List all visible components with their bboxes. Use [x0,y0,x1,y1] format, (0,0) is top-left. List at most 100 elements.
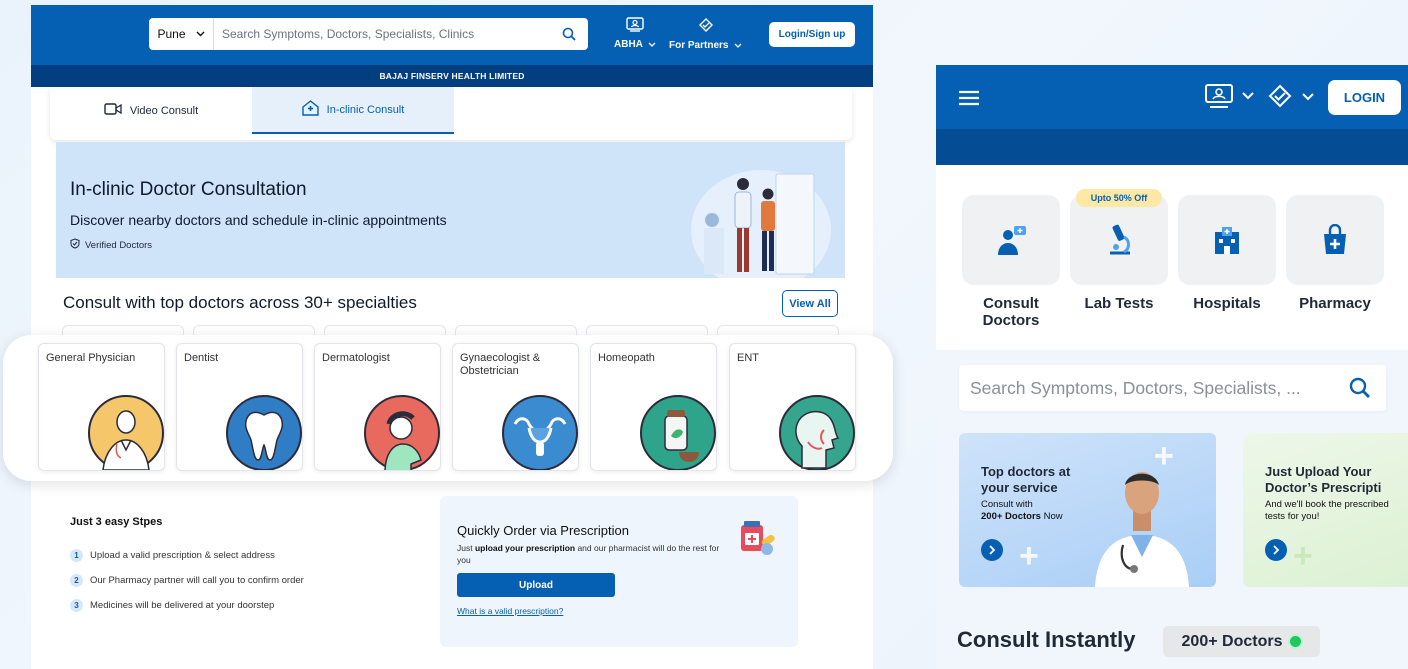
banner-title: Top doctors at your service [981,464,1071,495]
tab-label: Video Consult [129,104,199,117]
upload-button[interactable]: Upload [457,573,615,597]
plus-decoration: + [1019,537,1039,575]
desktop-search-input[interactable] [214,27,550,41]
tooth-icon [226,395,302,470]
service-hospitals[interactable]: Hospitals [1178,195,1276,312]
tab-label: In-clinic Consult [326,103,405,116]
mobile-partners-menu[interactable] [1266,83,1314,111]
service-pharmacy[interactable]: Pharmacy [1286,195,1384,312]
specialty-card-ent[interactable]: ENT [729,343,856,471]
chevron-down-icon [196,29,205,39]
clinic-icon [301,100,319,119]
consult-tabs: Video Consult In-clinic Consult [50,87,852,140]
for-partners-menu[interactable]: For Partners [669,17,742,51]
service-label: Lab Tests [1084,295,1154,312]
chevron-right-icon[interactable] [981,539,1003,561]
chevron-down-icon [734,43,742,48]
doctors-count-badge: 200+ Doctors [1163,626,1320,657]
consult-instantly-title: Consult Instantly [957,627,1136,652]
specialties-title: Consult with top doctors across 30+ spec… [63,293,417,312]
consult-doctor-icon [998,226,1026,255]
search-icon[interactable] [550,18,588,50]
chevron-down-icon [1302,93,1314,101]
hero-title: In-clinic Doctor Consultation [70,179,307,200]
step-number: 3 [70,599,83,612]
partners-label: For Partners [669,40,729,51]
banner-subtitle: And we'll book the prescribed tests for … [1265,499,1389,522]
verified-label: Verified Doctors [85,239,153,251]
specialty-name: Dentist [184,352,219,364]
hero-subtitle: Discover nearby doctors and schedule in-… [70,212,447,228]
microscope-icon [1110,224,1130,255]
service-consult-doctors[interactable]: Consult Doctors [962,195,1060,329]
hero-banner: In-clinic Doctor Consultation Discover n… [56,142,845,278]
doctor-patient-illustration [691,170,831,278]
online-status-dot [1290,636,1302,647]
chevron-right-icon[interactable] [1265,539,1287,561]
tab-in-clinic-consult[interactable]: In-clinic Consult [252,87,454,134]
services-grid: Consult Doctors Upto 50% Off Lab Tests H… [936,165,1408,350]
discount-badge: Upto 50% Off [1076,189,1162,207]
medicine-icon [741,521,775,555]
mobile-login-button[interactable]: LOGIN [1328,80,1401,115]
search-icon[interactable] [1334,377,1386,399]
mobile-screen: LOGIN Consult Doctors Upto 50% Off Lab T… [936,65,1408,669]
specialty-card-dermatologist[interactable]: Dermatologist [314,343,441,471]
abha-label: ABHA [614,39,643,50]
steps-title: Just 3 easy Stpes [70,516,163,528]
medicine-jar-icon [640,395,716,470]
upload-prescription-banner[interactable]: + Just Upload Your Doctor’s Prescripti A… [1243,433,1408,587]
abha-menu[interactable]: ABHA [614,17,656,50]
tab-video-consult[interactable]: Video Consult [50,87,252,134]
specialty-name: General Physician [46,352,136,364]
view-all-button[interactable]: View All [782,290,838,317]
service-icon-box: Upto 50% Off [1070,189,1168,285]
pharmacy-bag-icon [1324,224,1346,254]
step-number: 2 [70,574,83,587]
mobile-search-input[interactable] [959,377,1334,399]
top-doctors-banner[interactable]: + + Top doctors at your service Consult … [959,433,1216,587]
service-lab-tests[interactable]: Upto 50% Off Lab Tests [1070,189,1168,312]
uterus-icon [502,395,578,470]
service-icon-box [962,195,1060,285]
step-item: 3 Medicines will be delivered at your do… [70,599,274,612]
desktop-search-bar: Pune [149,18,588,50]
hamburger-menu-icon[interactable] [958,90,980,111]
valid-prescription-link[interactable]: What is a valid prescription? [457,606,563,616]
service-label: Pharmacy [1299,295,1371,312]
login-signup-button[interactable]: Login/Sign up [769,22,855,47]
specialty-card-homeopath[interactable]: Homeopath [590,343,717,471]
doctors-count-label: 200+ Doctors [1181,632,1283,650]
abha-card-icon [1205,84,1233,108]
step-item: 2 Our Pharmacy partner will call you to … [70,574,304,587]
step-number: 1 [70,549,83,562]
mobile-subheader [936,129,1408,165]
shield-check-icon [70,238,80,252]
city-selector[interactable]: Pune [149,18,214,50]
specialty-name: Gynaecologist & Obstetrician [460,352,541,377]
specialty-card-general-physician[interactable]: General Physician [38,343,165,471]
handshake-icon [697,17,715,36]
ent-head-icon [779,395,855,470]
chevron-down-icon [1242,92,1254,100]
service-label: Consult Doctors [982,295,1040,329]
specialty-card-dentist[interactable]: Dentist [176,343,303,471]
step-text: Medicines will be delivered at your door… [90,600,275,611]
doctor-photo [1095,472,1189,587]
physician-icon [88,395,164,470]
video-camera-icon [104,103,122,118]
mobile-search-bar [959,365,1386,411]
dermatology-icon [364,395,440,470]
mobile-abha-menu[interactable] [1204,83,1254,109]
company-bar: BAJAJ FINSERV HEALTH LIMITED [31,65,873,87]
specialty-name: Dermatologist [322,352,390,364]
city-label: Pune [157,27,186,41]
chevron-down-icon [648,42,656,47]
specialty-card-gynaecologist[interactable]: Gynaecologist & Obstetrician [452,343,579,471]
plus-decoration: + [1293,537,1313,575]
step-text: Upload a valid prescription & select add… [90,550,275,561]
quick-order-title: Quickly Order via Prescription [457,523,629,538]
quick-order-card: Quickly Order via Prescription Just uplo… [440,496,798,647]
banner-title: Just Upload Your Doctor’s Prescripti [1265,464,1382,495]
step-text: Our Pharmacy partner will call you to co… [90,575,304,586]
